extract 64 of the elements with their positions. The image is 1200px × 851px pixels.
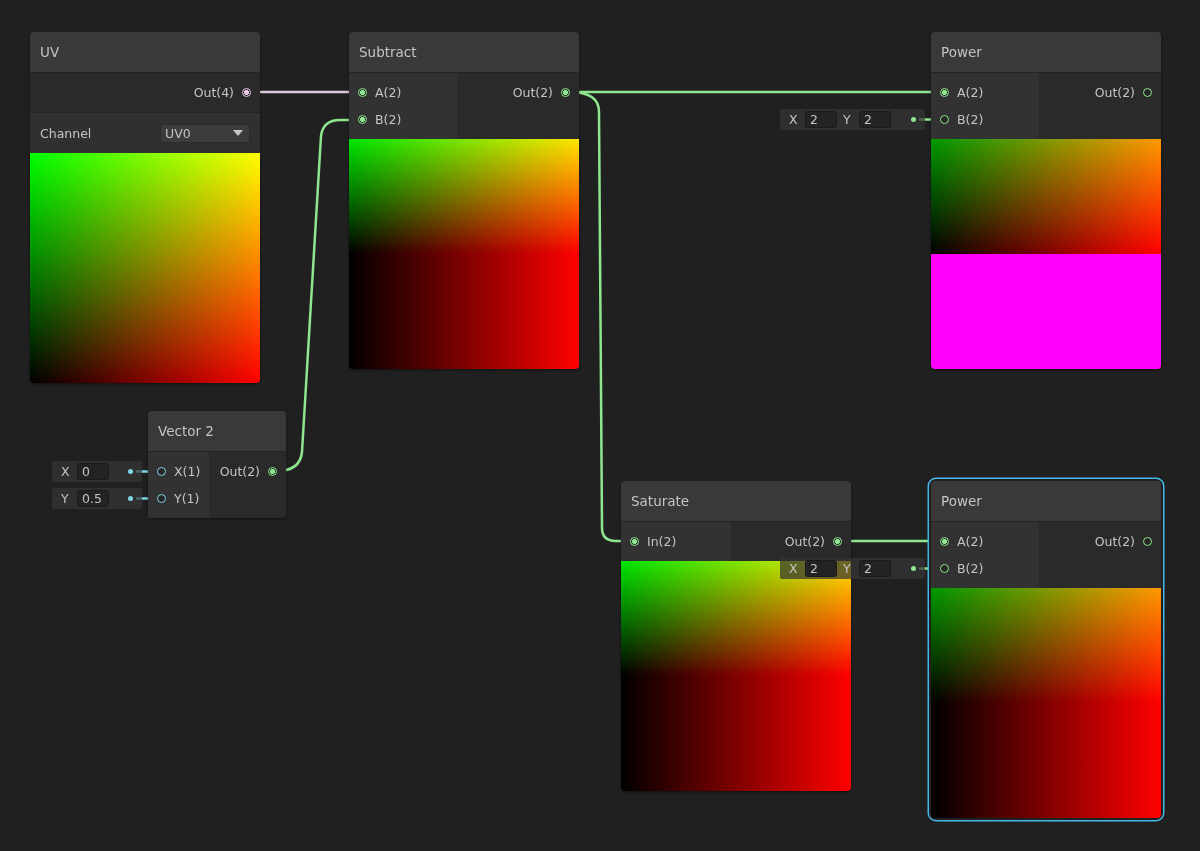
socket-icon [911,566,916,571]
axis-label: X [789,561,799,576]
axis-label: Y [843,112,852,127]
inline-value-field[interactable]: X 2 Y 2 [780,558,925,579]
port-label: A(2) [375,85,402,100]
node-card[interactable]: Vector 2 X(1) Y(1) Out(2) [148,411,286,518]
output-port-icon[interactable] [1143,88,1152,97]
value-input[interactable]: 2 [805,560,837,577]
input-port-icon[interactable] [940,564,949,573]
port-label: A(2) [957,85,984,100]
node-title: Subtract [349,32,579,73]
output-port-icon[interactable] [268,467,277,476]
value-input[interactable]: 2 [859,111,891,128]
node-title: Vector 2 [148,411,286,452]
socket-icon [128,496,133,501]
input-port-icon[interactable] [630,537,639,546]
inline-value-field[interactable]: X 0 [52,461,142,482]
port-label: X(1) [174,464,201,479]
port-label: Out(2) [1094,534,1135,549]
input-port-icon[interactable] [940,537,949,546]
port-label: A(2) [957,534,984,549]
channel-label: Channel [40,125,92,141]
port-label: Out(2) [784,534,825,549]
port-label: B(2) [957,561,984,576]
input-port-icon[interactable] [358,88,367,97]
node-title: Power [931,481,1161,522]
node-title: Saturate [621,481,851,522]
input-port-icon[interactable] [940,88,949,97]
inline-value-field[interactable]: Y 0.5 [52,488,142,509]
node-card[interactable]: UV Out(4) Channel UV0 [30,32,260,383]
port-label: Out(2) [512,85,553,100]
axis-label: X [61,464,71,479]
socket-icon [128,469,133,474]
inline-value-field[interactable]: X 2 Y 2 [780,109,925,130]
caret-icon [233,130,243,136]
port-label: Y(1) [174,491,200,506]
output-port-icon[interactable] [833,537,842,546]
node-title: UV [30,32,260,73]
input-port-icon[interactable] [358,115,367,124]
port-label: Out(2) [219,464,260,479]
node-card[interactable]: Power A(2) B(2) Out(2) [931,32,1161,369]
value-input[interactable]: 0.5 [77,490,109,507]
port-label: Out(4) [193,85,234,100]
value-input[interactable]: 0 [77,463,109,480]
node-card[interactable]: Subtract A(2) B(2) Out(2) [349,32,579,369]
socket-icon [911,117,916,122]
output-port-icon[interactable] [561,88,570,97]
axis-label: X [789,112,799,127]
value-input[interactable]: 2 [859,560,891,577]
node-title: Power [931,32,1161,73]
output-port-icon[interactable] [1143,537,1152,546]
port-label: B(2) [957,112,984,127]
port-label: Out(2) [1094,85,1135,100]
output-port-icon[interactable] [242,88,251,97]
port-label: In(2) [647,534,677,549]
value-input[interactable]: 2 [805,111,837,128]
channel-dropdown[interactable]: UV0 [160,123,250,143]
axis-label: Y [843,561,852,576]
node-card[interactable]: Power A(2) B(2) Out(2) [931,481,1161,818]
input-port-icon[interactable] [157,467,166,476]
axis-label: Y [61,491,70,506]
input-port-icon[interactable] [157,494,166,503]
input-port-icon[interactable] [940,115,949,124]
port-label: B(2) [375,112,402,127]
